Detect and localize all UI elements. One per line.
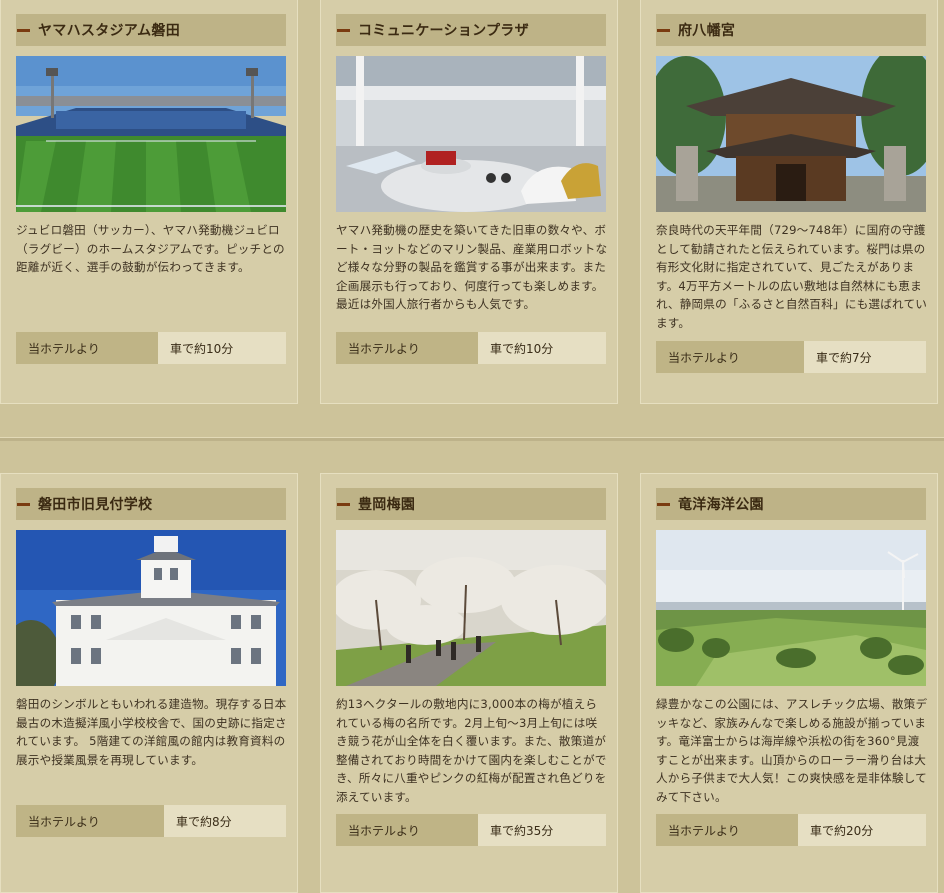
access-from-label: 当ホテルより: [16, 805, 164, 837]
spot-title: 竜洋海洋公園: [678, 497, 764, 513]
access-time: 車で約10分: [478, 332, 606, 364]
spot-description: 緑豊かなこの公園には、アスレチック広場、散策デッキなど、家族みんなで楽しめる施設…: [656, 697, 928, 804]
spot-title: 豊岡梅園: [358, 497, 416, 513]
spot-card-stadium: ヤマハスタジアム磐田 ジュビロ磐田（サッカー）、ヤマハ発動機ジュビロ（ラグビー）…: [0, 0, 298, 404]
header-accent-bar: [337, 28, 350, 32]
spot-header: コミュニケーションプラザ: [336, 14, 606, 46]
access-info: 当ホテルより 車で約10分: [336, 332, 606, 364]
spot-description: 約13ヘクタールの敷地内に3,000本の梅が植えられている梅の名所です。2月上旬…: [336, 697, 607, 804]
spot-title: 府八幡宮: [678, 23, 736, 39]
spot-header: 府八幡宮: [656, 14, 926, 46]
access-from-label: 当ホテルより: [656, 341, 804, 373]
spot-card-communication-plaza: コミュニケーションプラザ ヤマハ発動機の歴史を築いてきた旧車の数々や、ボート・ヨ…: [320, 0, 618, 404]
spot-title: コミュニケーションプラザ: [358, 23, 529, 39]
spot-header: 竜洋海洋公園: [656, 488, 926, 520]
access-info: 当ホテルより 車で約20分: [656, 814, 926, 846]
school-photo: [16, 530, 286, 686]
section-divider: [0, 437, 944, 441]
header-accent-bar: [657, 28, 670, 32]
header-accent-bar: [657, 502, 670, 506]
header-accent-bar: [337, 502, 350, 506]
spot-card-hachimangu: 府八幡宮 奈良時代の天平年間（729～748年）に国府の守護として勧請されたと伝…: [640, 0, 938, 404]
access-time: 車で約7分: [804, 341, 926, 373]
spot-description: 奈良時代の天平年間（729～748年）に国府の守護として勧請されたと伝えられてい…: [656, 223, 928, 330]
access-info: 当ホテルより 車で約8分: [16, 805, 286, 837]
access-info: 当ホテルより 車で約35分: [336, 814, 606, 846]
museum-photo: [336, 56, 606, 212]
spot-card-mitsuke-school: 磐田市旧見付学校 磐田のシンボルともいわれる建造物。現存する日本最古の木造擬洋風…: [0, 473, 298, 893]
access-time: 車で約35分: [478, 814, 606, 846]
access-time: 車で約8分: [164, 805, 286, 837]
spot-description: 磐田のシンボルともいわれる建造物。現存する日本最古の木造擬洋風小学校校舎で、国の…: [16, 697, 287, 767]
spot-title: ヤマハスタジアム磐田: [38, 23, 181, 39]
access-from-label: 当ホテルより: [336, 814, 478, 846]
spot-header: 磐田市旧見付学校: [16, 488, 286, 520]
access-time: 車で約20分: [798, 814, 926, 846]
spot-card-toyooka-plum: 豊岡梅園 約13ヘクタールの敷地内に3,000本の梅が植えられている梅の名所です…: [320, 473, 618, 893]
access-from-label: 当ホテルより: [336, 332, 478, 364]
shrine-photo: [656, 56, 926, 212]
access-info: 当ホテルより 車で約10分: [16, 332, 286, 364]
access-from-label: 当ホテルより: [16, 332, 158, 364]
spot-description: ヤマハ発動機の歴史を築いてきた旧車の数々や、ボート・ヨットなどのマリン製品、産業…: [336, 223, 608, 311]
access-from-label: 当ホテルより: [656, 814, 798, 846]
header-accent-bar: [17, 28, 30, 32]
plum-garden-photo: [336, 530, 606, 686]
spot-description: ジュビロ磐田（サッカー）、ヤマハ発動機ジュビロ（ラグビー）のホームスタジアムです…: [16, 223, 285, 274]
header-accent-bar: [17, 502, 30, 506]
access-time: 車で約10分: [158, 332, 286, 364]
spot-header: ヤマハスタジアム磐田: [16, 14, 286, 46]
spot-card-ryuyo-marine-park: 竜洋海洋公園 緑豊かなこの公園には、アスレチック広場、散策デッキなど、家族みんな…: [640, 473, 938, 893]
access-info: 当ホテルより 車で約7分: [656, 341, 926, 373]
park-photo: [656, 530, 926, 686]
spot-header: 豊岡梅園: [336, 488, 606, 520]
stadium-photo: [16, 56, 286, 212]
spot-title: 磐田市旧見付学校: [38, 497, 153, 513]
